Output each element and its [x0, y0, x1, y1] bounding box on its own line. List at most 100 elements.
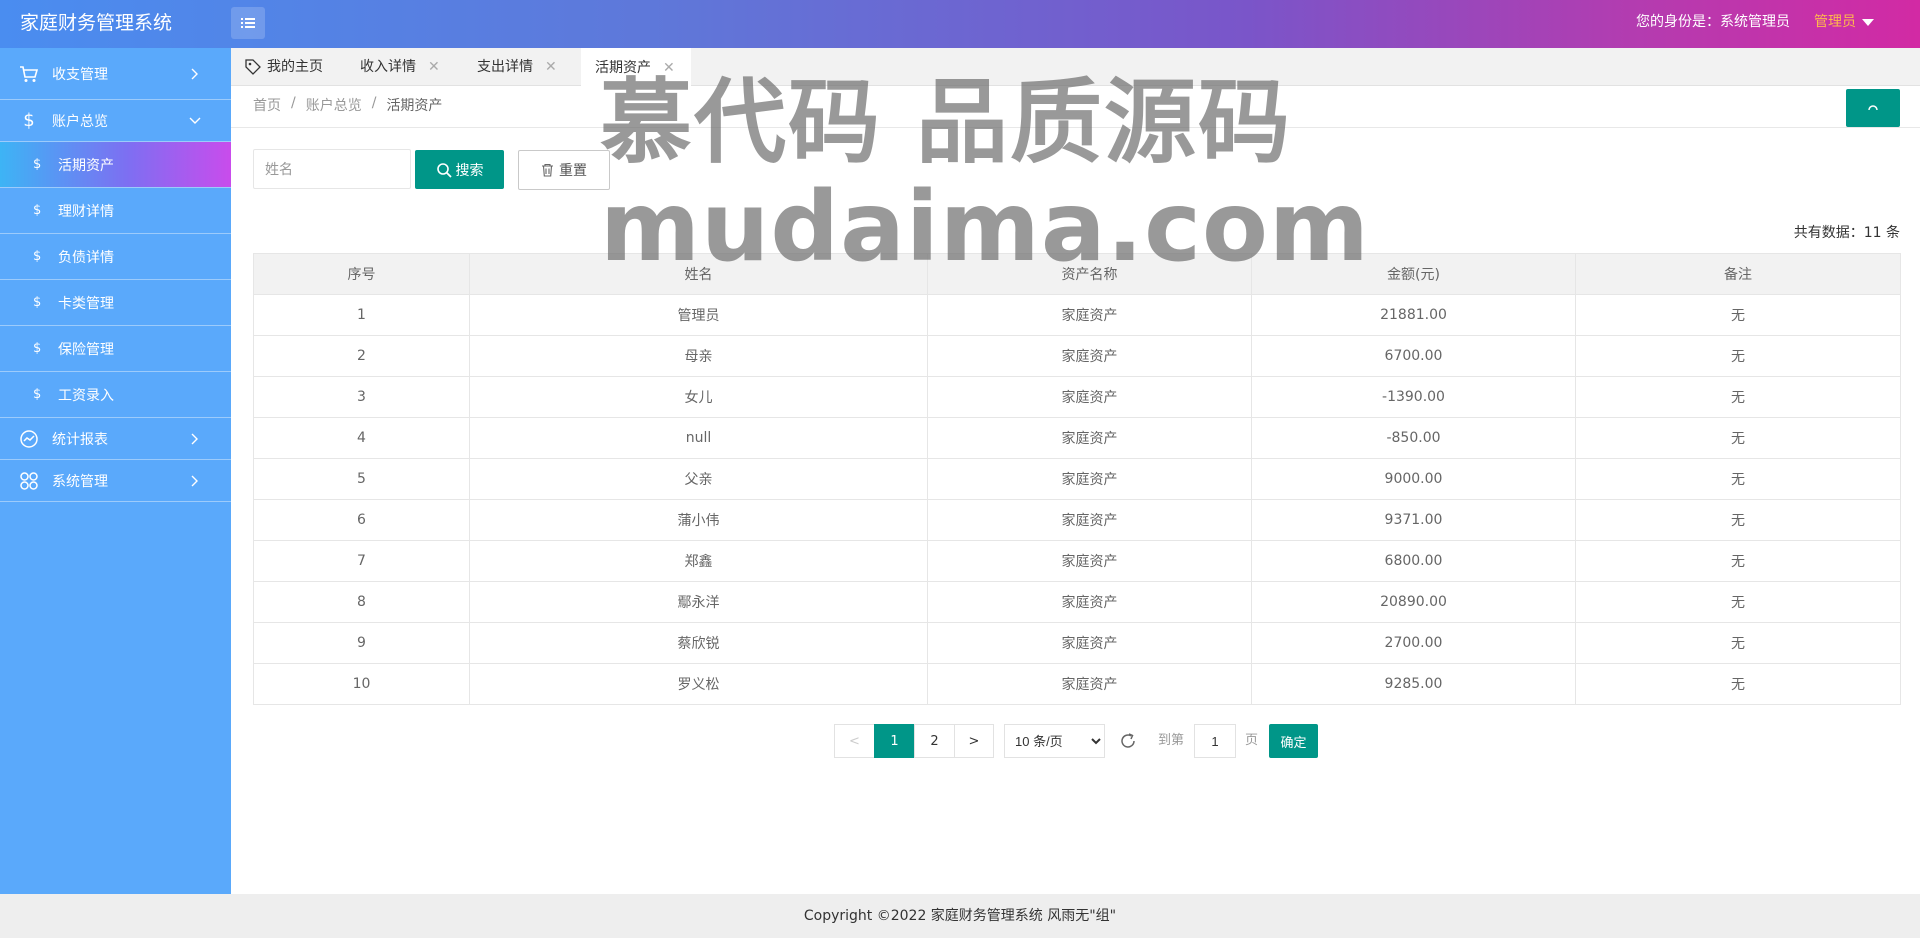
table-cell: 3 — [253, 376, 470, 418]
table-cell: 6800.00 — [1251, 540, 1576, 582]
sidebar-item-system-management[interactable]: 系统管理 — [0, 460, 231, 502]
goto-suffix: 页 — [1245, 733, 1259, 748]
table-cell: 6700.00 — [1251, 335, 1576, 377]
breadcrumb-separator: / — [371, 95, 377, 111]
footer: Copyright ©2022 家庭财务管理系统 风雨无"组" — [0, 894, 1920, 938]
table-cell: 无 — [1575, 499, 1901, 541]
tab-bar: 我的主页 收入详情 ✕ 支出详情 ✕ 活期资产 ✕ — [231, 48, 1920, 87]
table-row: 1 管理员 家庭资产 21881.00 无 — [253, 294, 1901, 336]
menu-toggle-button[interactable] — [231, 7, 265, 39]
chart-icon — [19, 429, 39, 449]
table-row: 3 女儿 家庭资产 -1390.00 无 — [253, 376, 1901, 418]
table-cell: 无 — [1575, 663, 1901, 705]
sidebar-subitem-liability-details[interactable]: $ 负债详情 — [0, 234, 231, 280]
table-cell: 郑鑫 — [469, 540, 928, 582]
tab-income-details[interactable]: 收入详情 ✕ — [360, 48, 440, 86]
page-size-select[interactable]: 10 条/页 — [1004, 724, 1105, 758]
table-cell: 家庭资产 — [927, 622, 1252, 664]
sidebar-item-income-expense[interactable]: 收支管理 — [0, 48, 231, 100]
table-row: 6 蒲小伟 家庭资产 9371.00 无 — [253, 499, 1901, 541]
table-cell: -1390.00 — [1251, 376, 1576, 418]
table-row: 5 父亲 家庭资产 9000.00 无 — [253, 458, 1901, 500]
table-cell: 9371.00 — [1251, 499, 1576, 541]
table-cell: 无 — [1575, 540, 1901, 582]
table-row: 2 母亲 家庭资产 6700.00 无 — [253, 335, 1901, 377]
user-menu[interactable]: 管理员 — [1814, 0, 1874, 44]
sidebar-item-account-overview[interactable]: $ 账户总览 — [0, 100, 231, 142]
column-header: 姓名 — [469, 253, 928, 295]
sidebar-item-statistics[interactable]: 统计报表 — [0, 418, 231, 460]
cart-icon — [19, 64, 39, 84]
watermark: 慕代码 品质源码 mudaima.com — [600, 70, 1369, 282]
chevron-right-icon — [189, 68, 201, 80]
close-icon[interactable]: ✕ — [663, 49, 675, 87]
sidebar-subitem-current-assets[interactable]: $ 活期资产 — [0, 142, 231, 188]
table-cell: -850.00 — [1251, 417, 1576, 459]
refresh-button[interactable] — [1846, 89, 1900, 127]
table-cell: 4 — [253, 417, 470, 459]
sidebar-item-label: 账户总览 — [52, 113, 108, 130]
goto-prefix: 到第 — [1158, 733, 1185, 748]
reset-button[interactable]: 重置 — [518, 150, 610, 190]
breadcrumb-current: 活期资产 — [386, 98, 443, 114]
table-cell: 9285.00 — [1251, 663, 1576, 705]
table-row: 9 蔡欣锐 家庭资产 2700.00 无 — [253, 622, 1901, 664]
goto-page-input[interactable] — [1194, 724, 1236, 758]
sidebar-subitem-finance-details[interactable]: $ 理财详情 — [0, 188, 231, 234]
table-cell: 家庭资产 — [927, 335, 1252, 377]
tab-current-assets[interactable]: 活期资产 ✕ — [581, 48, 691, 87]
pager-page-1[interactable]: 1 — [874, 724, 915, 758]
table-header-row: 序号 姓名 资产名称 金额(元) 备注 — [253, 253, 1901, 295]
divider — [231, 127, 1920, 128]
table-cell: 家庭资产 — [927, 581, 1252, 623]
sidebar-subitem-salary-entry[interactable]: $ 工资录入 — [0, 372, 231, 418]
menu-icon — [241, 18, 255, 28]
sidebar-item-label: 统计报表 — [52, 431, 108, 448]
sidebar: 收支管理 $ 账户总览 $ 活期资产 $ 理财详情 $ 负债详情 $ 卡类管理 … — [0, 48, 231, 894]
table-cell: 家庭资产 — [927, 499, 1252, 541]
tab-label: 支出详情 — [477, 59, 533, 75]
tab-label: 收入详情 — [360, 59, 416, 75]
table-cell: 2 — [253, 335, 470, 377]
table-cell: 无 — [1575, 376, 1901, 418]
pager-prev-button[interactable]: < — [834, 724, 875, 758]
table-cell: 无 — [1575, 335, 1901, 377]
search-button-label: 搜索 — [455, 162, 484, 179]
name-search-input[interactable] — [253, 149, 411, 189]
sidebar-subitem-card-management[interactable]: $ 卡类管理 — [0, 280, 231, 326]
table-cell: 母亲 — [469, 335, 928, 377]
table-cell: 5 — [253, 458, 470, 500]
pager-next-button[interactable]: > — [954, 724, 994, 758]
table-cell: 无 — [1575, 294, 1901, 336]
tab-home[interactable]: 我的主页 — [245, 48, 323, 86]
caret-down-icon — [1862, 18, 1874, 26]
table-cell: 9000.00 — [1251, 458, 1576, 500]
search-icon — [436, 162, 452, 178]
breadcrumb-home[interactable]: 首页 — [253, 95, 281, 115]
table-cell: 2700.00 — [1251, 622, 1576, 664]
column-header: 金额(元) — [1251, 253, 1576, 295]
column-header: 备注 — [1575, 253, 1901, 295]
table-cell: 管理员 — [469, 294, 928, 336]
dollar-icon: $ — [33, 249, 42, 264]
table-cell: 21881.00 — [1251, 294, 1576, 336]
breadcrumb-parent[interactable]: 账户总览 — [306, 95, 362, 115]
pager-refresh-button[interactable] — [1116, 729, 1140, 753]
table-cell: 无 — [1575, 417, 1901, 459]
pager-page-2[interactable]: 2 — [914, 724, 955, 758]
sidebar-subitem-insurance-management[interactable]: $ 保险管理 — [0, 326, 231, 372]
table-cell: 无 — [1575, 581, 1901, 623]
close-icon[interactable]: ✕ — [545, 48, 557, 86]
goto-confirm-button[interactable]: 确定 — [1269, 724, 1318, 758]
top-header: 家庭财务管理系统 您的身份是：系统管理员 管理员 — [0, 0, 1920, 48]
chevron-right-icon — [189, 475, 201, 487]
sidebar-item-label: 系统管理 — [52, 473, 108, 490]
tab-expense-details[interactable]: 支出详情 ✕ — [477, 48, 557, 86]
close-icon[interactable]: ✕ — [428, 48, 440, 86]
column-header: 序号 — [253, 253, 470, 295]
table-cell: 家庭资产 — [927, 294, 1252, 336]
table-cell: 家庭资产 — [927, 663, 1252, 705]
sidebar-subitem-label: 活期资产 — [58, 157, 114, 174]
table-cell: 6 — [253, 499, 470, 541]
search-button[interactable]: 搜索 — [415, 150, 504, 189]
